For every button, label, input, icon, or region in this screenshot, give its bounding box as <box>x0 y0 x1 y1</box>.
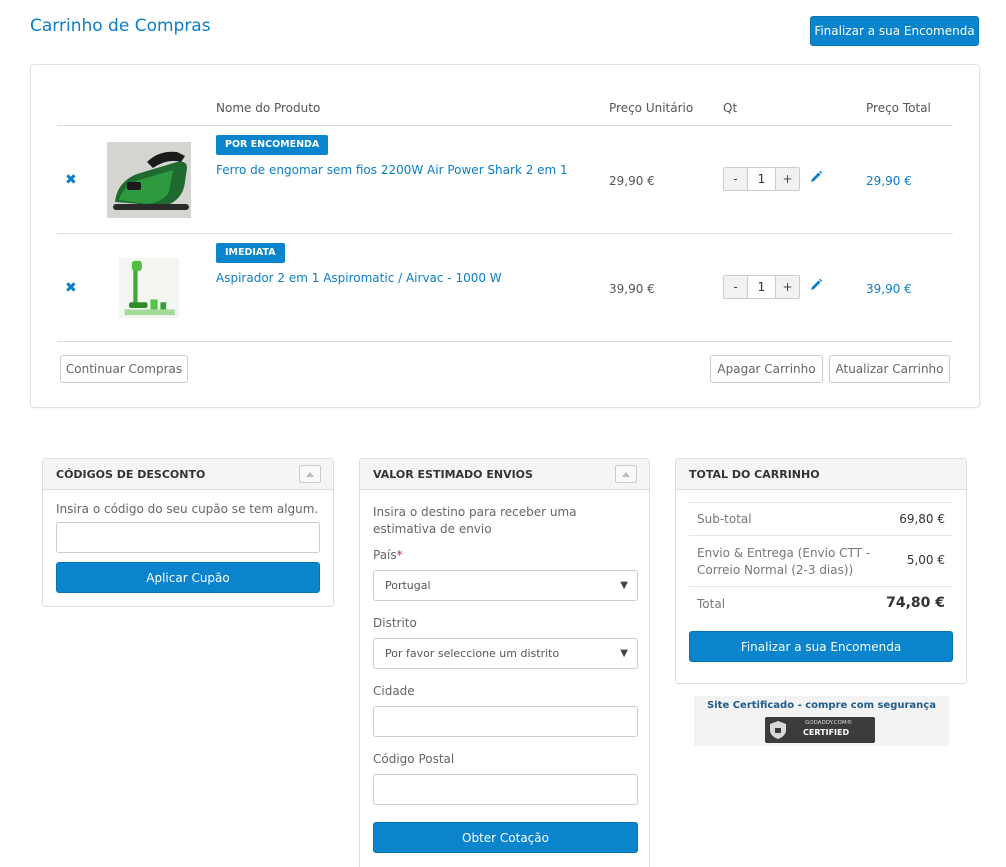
edit-pencil-icon[interactable] <box>809 278 823 292</box>
chevron-up-icon <box>306 471 314 477</box>
seal-text: Site Certificado - compre com segurança <box>707 700 936 711</box>
qty-increase-button[interactable]: + <box>776 168 799 190</box>
country-select-value: Portugal <box>385 579 431 592</box>
totals-title: TOTAL DO CARRINHO <box>689 468 820 481</box>
cart-table: Nome do Produto Preço Unitário Qt Preço … <box>30 64 980 408</box>
qty-value[interactable]: 1 <box>747 276 776 298</box>
header-qty: Qt <box>723 101 738 115</box>
quantity-stepper: - 1 + <box>723 167 800 191</box>
district-label: Distrito <box>373 616 417 630</box>
continue-shopping-button[interactable]: Continuar Compras <box>60 355 188 383</box>
godaddy-certified-badge: GODADDY.COM® CERTIFIED <box>765 717 875 743</box>
country-select[interactable]: Portugal ▼ <box>373 570 638 601</box>
collapse-button[interactable] <box>299 465 321 483</box>
subtotal-row: Sub-total 69,80 € <box>689 503 953 536</box>
postcode-label: Código Postal <box>373 752 455 766</box>
update-cart-button[interactable]: Atualizar Carrinho <box>829 355 950 383</box>
remove-item-icon[interactable]: ✖ <box>65 172 77 188</box>
remove-item-icon[interactable]: ✖ <box>65 280 77 296</box>
total-price: 39,90 € <box>866 282 912 296</box>
district-select-value: Por favor seleccione um distrito <box>385 647 560 660</box>
shipping-row: Envio & Entrega (Envio CTT - Correio Nor… <box>689 536 953 587</box>
shipping-panel-header: VALOR ESTIMADO ENVIOS <box>360 459 649 490</box>
shipping-hint: Insira o destino para receber uma estima… <box>373 505 577 536</box>
total-row: Total 74,80 € <box>689 587 953 621</box>
city-label: Cidade <box>373 684 415 698</box>
subtotal-label: Sub-total <box>697 512 752 526</box>
product-image-iron[interactable] <box>107 142 191 218</box>
product-link[interactable]: Aspirador 2 em 1 Aspiromatic / Airvac - … <box>216 271 502 285</box>
discount-hint: Insira o código do seu cupão se tem algu… <box>56 502 319 516</box>
apply-coupon-button[interactable]: Aplicar Cupão <box>56 562 320 593</box>
coupon-input[interactable] <box>56 522 320 553</box>
unit-price: 29,90 € <box>609 174 655 188</box>
discount-panel: CÓDIGOS DE DESCONTO Insira o código do s… <box>42 458 334 607</box>
discount-title: CÓDIGOS DE DESCONTO <box>56 468 206 481</box>
cart-table-header: Nome do Produto Preço Unitário Qt Preço … <box>57 91 953 126</box>
table-row: ✖ POR ENCOMENDA Ferro de engomar sem fio… <box>57 126 953 234</box>
collapse-button[interactable] <box>615 465 637 483</box>
qty-value[interactable]: 1 <box>747 168 776 190</box>
totals-table: Sub-total 69,80 € Envio & Entrega (Envio… <box>689 502 953 621</box>
finalize-order-button-bottom[interactable]: Finalizar a sua Encomenda <box>689 631 953 662</box>
header-product: Nome do Produto <box>216 101 321 115</box>
total-value: 74,80 € <box>886 595 945 611</box>
unit-price: 39,90 € <box>609 282 655 296</box>
country-label: País* <box>373 548 403 562</box>
dropdown-arrow-icon: ▼ <box>620 648 628 659</box>
city-input[interactable] <box>373 706 638 737</box>
subtotal-value: 69,80 € <box>899 512 945 526</box>
dropdown-arrow-icon: ▼ <box>620 580 628 591</box>
lock-shield-icon <box>770 721 786 739</box>
table-row: ✖ IMEDIATA Aspirador 2 em 1 Aspiromatic … <box>57 234 953 342</box>
discount-panel-header: CÓDIGOS DE DESCONTO <box>43 459 333 490</box>
qty-increase-button[interactable]: + <box>776 276 799 298</box>
availability-badge: POR ENCOMENDA <box>216 135 329 155</box>
cart-totals-panel: TOTAL DO CARRINHO Sub-total 69,80 € Envi… <box>675 458 967 684</box>
shipping-cost-label: Envio & Entrega (Envio CTT - Correio Nor… <box>697 546 871 577</box>
page-title: Carrinho de Compras <box>30 16 211 36</box>
edit-pencil-icon[interactable] <box>809 170 823 184</box>
header-total-price: Preço Total <box>866 101 931 115</box>
shipping-cost-value: 5,00 € <box>906 553 945 567</box>
availability-badge: IMEDIATA <box>216 243 285 263</box>
qty-decrease-button[interactable]: - <box>724 276 747 298</box>
qty-decrease-button[interactable]: - <box>724 168 747 190</box>
product-image-vacuum[interactable] <box>119 246 179 330</box>
quantity-stepper: - 1 + <box>723 275 800 299</box>
finalize-order-button[interactable]: Finalizar a sua Encomenda <box>810 16 979 46</box>
total-label: Total <box>697 597 726 611</box>
chevron-up-icon <box>622 471 630 477</box>
seal-badge-top: GODADDY.COM® <box>805 720 853 726</box>
total-price: 29,90 € <box>866 174 912 188</box>
district-select[interactable]: Por favor seleccione um distrito ▼ <box>373 638 638 669</box>
clear-cart-button[interactable]: Apagar Carrinho <box>710 355 823 383</box>
seal-badge-main: CERTIFIED <box>803 728 850 737</box>
totals-panel-header: TOTAL DO CARRINHO <box>676 459 966 490</box>
shipping-estimate-panel: VALOR ESTIMADO ENVIOS Insira o destino p… <box>359 458 650 867</box>
shipping-title: VALOR ESTIMADO ENVIOS <box>373 468 533 481</box>
security-seal[interactable]: Site Certificado - compre com segurança … <box>694 696 949 746</box>
postcode-input[interactable] <box>373 774 638 805</box>
get-quote-button[interactable]: Obter Cotação <box>373 822 638 853</box>
product-link[interactable]: Ferro de engomar sem fios 2200W Air Powe… <box>216 163 568 177</box>
header-unit-price: Preço Unitário <box>609 101 694 115</box>
